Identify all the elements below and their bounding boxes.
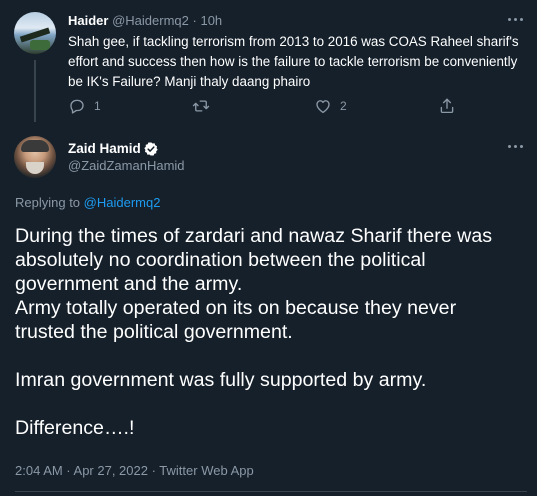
like-count: 2 [340, 99, 347, 113]
reply-tweet[interactable]: Haider @Haidermq2 · 10h Shah gee, if tac… [0, 0, 537, 122]
more-icon[interactable] [506, 144, 524, 150]
tweet-body-line: Army totally operated on its on because … [15, 297, 457, 319]
author-handle[interactable]: @Haidermq2 [112, 13, 189, 28]
tweet-metadata[interactable]: 2:04 AM · Apr 27, 2022 · Twitter Web App [15, 463, 254, 479]
tweet-body-line: government and the army. [15, 273, 243, 295]
author-handle[interactable]: @ZaidZamanHamid [68, 158, 185, 174]
replying-to: Replying to @Haidermq2 [15, 195, 160, 211]
avatar-detail [26, 162, 44, 174]
author-name[interactable]: Zaid Hamid [68, 141, 141, 157]
avatar-detail [30, 40, 50, 50]
tweet-body: During the times of zardari and nawaz Sh… [15, 224, 527, 440]
tweet-thread-view: Haider @Haidermq2 · 10h Shah gee, if tac… [0, 0, 537, 496]
tweet-time[interactable]: 10h [200, 13, 222, 28]
verified-icon [144, 142, 158, 156]
thread-connector-line [34, 60, 36, 122]
reply-tweet-text: Shah gee, if tackling terrorism from 201… [68, 34, 519, 89]
share-icon [440, 98, 454, 114]
reply-count: 1 [94, 99, 101, 113]
tweet-body-line: During the times of zardari and nawaz Sh… [15, 225, 493, 247]
avatar[interactable] [14, 12, 56, 54]
replying-to-label: Replying to [15, 195, 84, 210]
tweet-body-line: Difference….! [15, 417, 135, 439]
tweet-body-line: Imran government was fully supported by … [15, 369, 427, 391]
avatar-detail [21, 140, 49, 152]
more-icon[interactable] [506, 17, 524, 23]
tweet-body-line: absolutely no coordination between the p… [15, 249, 426, 271]
reply-icon [70, 99, 84, 114]
separator-dot: · [192, 13, 197, 28]
divider [15, 491, 527, 492]
tweet-body-line [15, 392, 527, 416]
author-name[interactable]: Haider [68, 13, 108, 28]
tweet-action-bar: 1 2 [68, 96, 528, 116]
tweet-body-line [15, 344, 527, 368]
like-icon [316, 100, 330, 114]
tweet-body-line: trusted the political government. [15, 321, 293, 343]
mention-link[interactable]: @Haidermq2 [84, 195, 161, 210]
reply-tweet-header: Haider @Haidermq2 · 10h [68, 13, 222, 29]
retweet-icon [192, 100, 210, 112]
avatar[interactable] [14, 136, 56, 178]
